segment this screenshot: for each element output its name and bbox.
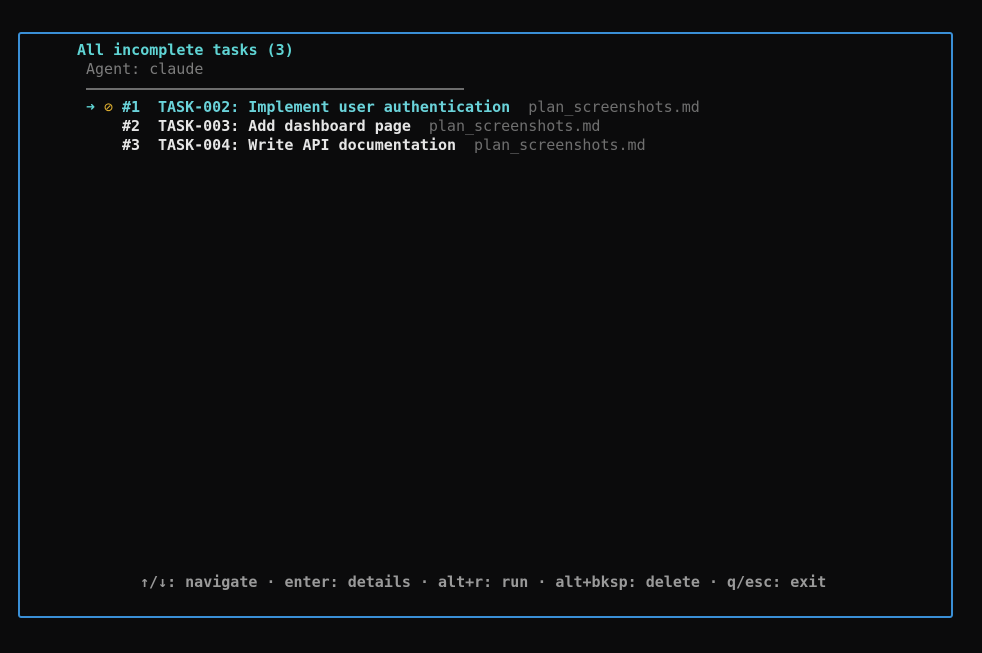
task-number: #2 <box>122 117 141 135</box>
page-title: All incomplete tasks (3) <box>77 41 294 59</box>
task-file: plan_screenshots.md <box>474 136 646 154</box>
cursor-arrow-icon: ➜ <box>86 98 96 116</box>
task-list: ➜ ⊘ #1 TASK-002: Implement user authenti… <box>86 98 700 155</box>
task-label: TASK-003: Add dashboard page <box>158 117 411 135</box>
task-label: TASK-004: Write API documentation <box>158 136 457 154</box>
task-file: plan_screenshots.md <box>528 98 700 116</box>
task-file: plan_screenshots.md <box>428 117 601 135</box>
keybinding-help: ↑/↓: navigate · enter: details · alt+r: … <box>140 573 827 591</box>
task-number: #3 <box>122 136 141 154</box>
task-label: TASK-002: Implement user authentication <box>158 98 511 116</box>
task-row-2[interactable]: #2 TASK-003: Add dashboard page plan_scr… <box>86 117 700 136</box>
blocked-status-icon: ⊘ <box>104 98 114 116</box>
task-number: #1 <box>122 98 141 116</box>
task-row-1[interactable]: ➜ ⊘ #1 TASK-002: Implement user authenti… <box>86 98 700 117</box>
header-divider <box>86 88 464 90</box>
cursor-slot <box>86 136 104 155</box>
cursor-slot <box>86 117 104 136</box>
task-row-3[interactable]: #3 TASK-004: Write API documentation pla… <box>86 136 700 155</box>
status-slot <box>104 136 122 155</box>
status-slot <box>104 117 122 136</box>
agent-label: Agent: claude <box>86 60 204 78</box>
